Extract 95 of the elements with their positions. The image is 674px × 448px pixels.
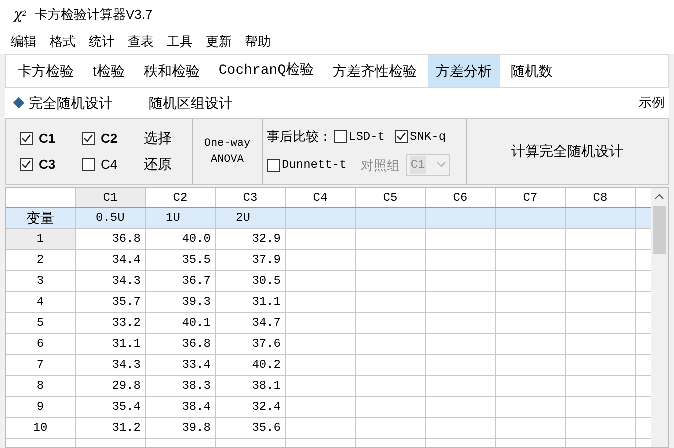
- table-cell-text: 32.4: [252, 399, 281, 416]
- checked-checkbox-icon[interactable]: [20, 158, 33, 172]
- tab[interactable]: 方差齐性检验: [325, 55, 426, 87]
- checkbox-label: C4: [101, 156, 118, 174]
- checkbox-label: LSD-t: [349, 128, 386, 146]
- column-header[interactable]: C7: [496, 188, 566, 207]
- table-cell-text: 40.2: [252, 357, 281, 374]
- checked-checkbox-icon[interactable]: [20, 132, 33, 145]
- row-header[interactable]: 6: [6, 334, 76, 354]
- column-header[interactable]: C6: [426, 188, 496, 207]
- menu-item[interactable]: 工具: [167, 32, 193, 52]
- checkbox-label: SNK-q: [410, 128, 446, 146]
- checked-checkbox-icon[interactable]: [82, 132, 95, 145]
- table-cell-text: 31.1: [252, 294, 281, 311]
- scroll-up-icon[interactable]: [655, 194, 664, 200]
- variable-name: 0.5U: [96, 210, 125, 227]
- anova-button[interactable]: One-way ANOVA: [193, 119, 263, 184]
- column-header[interactable]: C2: [146, 188, 216, 207]
- design-option[interactable]: 完全随机设计: [15, 92, 113, 114]
- menu-item[interactable]: 更新: [206, 32, 232, 52]
- table-cell-text: 36.8: [112, 231, 141, 248]
- column-header[interactable]: C5: [356, 188, 426, 207]
- table-cell-text: 35.5: [182, 252, 211, 269]
- row-header[interactable]: 1: [6, 229, 76, 249]
- scrollbar-thumb[interactable]: [653, 206, 666, 254]
- variable-name: 2U: [236, 210, 250, 227]
- table-cell-text: 29.8: [112, 378, 141, 395]
- table-cell-text: 31.2: [112, 420, 141, 437]
- table-cell-text: 36.7: [182, 273, 211, 290]
- example-link[interactable]: 示例: [639, 93, 665, 113]
- table-cell-text: 35.7: [112, 294, 141, 311]
- vertical-scrollbar[interactable]: [651, 188, 668, 447]
- table-cell-text: 38.1: [252, 378, 281, 395]
- table-cell-text: 37.9: [252, 252, 281, 269]
- table-cell-text: 31.1: [112, 336, 141, 353]
- row-header[interactable]: 9: [6, 397, 76, 417]
- row-header: 变量: [6, 208, 76, 228]
- row-header[interactable]: 5: [6, 313, 76, 333]
- table-cell-text: 39.3: [182, 294, 211, 311]
- menu-item[interactable]: 编辑: [11, 32, 37, 52]
- column-header[interactable]: C4: [286, 188, 356, 207]
- table-cell-text: 34.7: [252, 315, 281, 332]
- checkbox-icon[interactable]: [82, 158, 95, 172]
- compute-button[interactable]: 计算完全随机设计: [467, 119, 668, 184]
- menu-item[interactable]: 格式: [50, 32, 76, 52]
- tab[interactable]: 卡方检验: [10, 55, 82, 87]
- variable-name: 1U: [166, 210, 180, 227]
- table-cell-text: 34.3: [112, 273, 141, 290]
- table-cell-text: 35.6: [252, 420, 281, 437]
- table-cell-text: 33.4: [182, 357, 211, 374]
- table-cell-text: 34.3: [112, 357, 141, 374]
- tab[interactable]: 随机数: [503, 55, 562, 87]
- checkbox-label: C3: [39, 156, 56, 174]
- checkbox-label: Dunnett-t: [282, 157, 347, 174]
- table-cell-text: 37.6: [252, 336, 281, 353]
- table-cell-text: 40.0: [182, 231, 211, 248]
- row-header[interactable]: 7: [6, 355, 76, 375]
- dropdown-caret-icon: [436, 162, 446, 168]
- column-header[interactable]: C8: [566, 188, 636, 207]
- column-header[interactable]: C1: [76, 188, 146, 207]
- design-option[interactable]: 随机区组设计: [149, 92, 233, 114]
- table-cell-text: 39.8: [182, 420, 211, 437]
- table-cell-text: 35.4: [112, 399, 141, 416]
- tab[interactable]: CochranQ检验: [210, 55, 322, 87]
- column-header[interactable]: C3: [216, 188, 286, 207]
- tab[interactable]: t检验: [85, 55, 133, 87]
- row-header[interactable]: 4: [6, 292, 76, 312]
- checkbox-label: C1: [39, 130, 56, 148]
- menu-item[interactable]: 统计: [89, 32, 115, 52]
- row-header[interactable]: 3: [6, 271, 76, 291]
- select-button[interactable]: 还原: [144, 154, 194, 176]
- table-cell-text: 32.9: [252, 231, 281, 248]
- window-title: 卡方检验计算器V3.7: [34, 6, 153, 24]
- table-cell-text: 38.4: [182, 399, 211, 416]
- row-header[interactable]: 2: [6, 250, 76, 270]
- row-header[interactable]: 10: [6, 418, 76, 438]
- checkbox-icon[interactable]: [267, 158, 280, 172]
- tab[interactable]: 方差分析: [428, 55, 500, 87]
- chi-square-logo-icon: χ$^{2}$: [14, 8, 27, 22]
- checkbox-icon[interactable]: [334, 130, 347, 143]
- select-button[interactable]: 选择: [144, 128, 194, 149]
- row-header[interactable]: 8: [6, 376, 76, 396]
- table-cell-text: 34.4: [112, 252, 141, 269]
- checked-checkbox-icon[interactable]: [395, 130, 408, 143]
- table-cell-text: 36.8: [182, 336, 211, 353]
- menu-item[interactable]: 帮助: [245, 32, 271, 52]
- menu-item[interactable]: 查表: [128, 32, 154, 52]
- tab[interactable]: 秩和检验: [136, 55, 208, 87]
- table-cell-text: 38.3: [182, 378, 211, 395]
- table-cell-text: 40.1: [182, 315, 211, 332]
- table-cell-text: 33.2: [112, 315, 141, 332]
- post-hoc-label: 事后比较：: [267, 128, 332, 146]
- control-group-label: 对照组: [360, 156, 400, 174]
- table-cell-text: 30.5: [252, 273, 281, 290]
- checkbox-label: C2: [101, 130, 118, 148]
